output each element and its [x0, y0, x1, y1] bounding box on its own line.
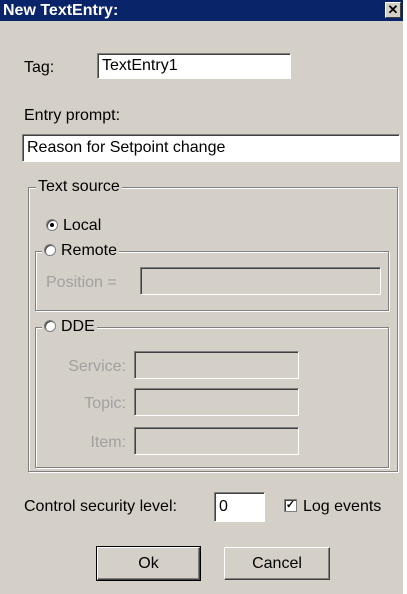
checkbox-checked-icon: ✓ [284, 499, 297, 513]
radio-unselected-icon [44, 319, 56, 332]
log-events-label: Log events [303, 498, 382, 515]
close-icon[interactable]: ✕ [385, 2, 401, 18]
topic-label: Topic: [84, 395, 126, 412]
tag-label: Tag: [24, 59, 55, 76]
local-radio[interactable]: Local [46, 216, 101, 236]
item-field[interactable] [134, 427, 299, 455]
service-label: Service: [68, 358, 126, 375]
text-source-legend: Text source [36, 177, 122, 197]
ok-button[interactable]: Ok [96, 546, 201, 581]
dde-radio[interactable]: DDE [42, 317, 97, 337]
security-level-input[interactable]: 0 [214, 492, 265, 522]
dde-radio-label: DDE [61, 318, 95, 335]
log-events-checkbox[interactable]: ✓ Log events [284, 497, 381, 517]
remote-radio[interactable]: Remote [42, 241, 120, 261]
title-bar[interactable]: New TextEntry: ✕ [0, 0, 403, 21]
topic-field[interactable] [134, 388, 299, 416]
remote-radio-label: Remote [61, 242, 118, 259]
entry-prompt-input[interactable]: Reason for Setpoint change [22, 134, 400, 162]
dialog-title: New TextEntry: [3, 2, 119, 19]
entry-prompt-label: Entry prompt: [24, 107, 121, 124]
position-label: Position = [46, 274, 117, 291]
service-field[interactable] [134, 351, 299, 379]
item-label: Item: [90, 434, 126, 451]
radio-unselected-icon [44, 243, 56, 256]
radio-selected-icon [46, 218, 58, 231]
security-level-label: Control security level: [24, 498, 177, 515]
cancel-button[interactable]: Cancel [224, 547, 330, 580]
local-radio-label: Local [63, 217, 102, 234]
new-textentry-dialog: New TextEntry: ✕ Tag: TextEntry1 Entry p… [0, 0, 403, 594]
position-field[interactable] [140, 267, 381, 295]
tag-input[interactable]: TextEntry1 [97, 53, 291, 79]
